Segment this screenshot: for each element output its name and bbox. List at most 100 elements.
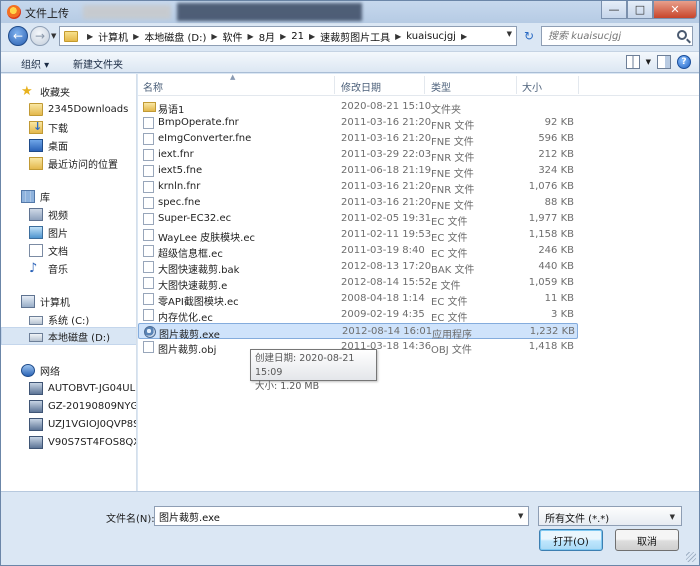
refresh-button[interactable]: ↻ <box>519 27 539 45</box>
file-row[interactable]: iext5.fne 2011-06-18 21:19 FNE 文件 324 KB <box>138 163 578 180</box>
chevron-right-icon[interactable]: ▶ <box>461 32 467 41</box>
sidebar-item-drive-c[interactable]: 系统 (C:) <box>1 310 136 328</box>
column-divider[interactable] <box>424 76 425 94</box>
arrow-right-icon: → <box>34 29 46 43</box>
file-row[interactable]: WayLee 皮肤模块.ec 2011-02-11 19:53 EC 文件 1,158… <box>138 227 578 244</box>
nav-favorites[interactable]: ★ 收藏夹 <box>1 82 136 100</box>
new-folder-button[interactable]: 新建文件夹 <box>73 56 123 71</box>
breadcrumb-item[interactable]: 本地磁盘 (D:) <box>144 29 206 44</box>
sidebar-item-music[interactable]: ♪ 音乐 <box>1 259 136 277</box>
title-bar[interactable]: 文件上传 — □ ✕ <box>1 1 699 23</box>
breadcrumb-item[interactable]: kuaisucjgj <box>406 31 456 42</box>
file-type: E 文件 <box>431 281 461 292</box>
resize-grip[interactable] <box>686 552 696 562</box>
star-icon: ★ <box>21 83 33 99</box>
column-header-size[interactable]: 大小 <box>522 79 542 94</box>
back-button[interactable]: ← <box>8 26 28 46</box>
sidebar-item-network-pc[interactable]: AUTOBVT-JG04UL <box>1 379 136 397</box>
browser-app-icon <box>7 5 21 19</box>
file-row[interactable]: BmpOperate.fnr 2011-03-16 21:20 FNR 文件 92 K… <box>138 115 578 132</box>
file-row[interactable]: 易语1 2020-08-21 15:10 文件夹 <box>138 99 578 116</box>
window-controls: — □ ✕ <box>601 1 697 19</box>
file-list[interactable]: 名称 ▲ 修改日期 类型 大小 易语1 2020-08-21 15:10 文件夹 Bm… <box>138 73 699 491</box>
sidebar-item-network-pc[interactable]: UZJ1VGIOJ0QVP8S <box>1 415 136 433</box>
organize-menu-button[interactable]: 组织 ▾ <box>21 56 49 71</box>
sidebar-item-downloads[interactable]: 下载 <box>1 118 136 136</box>
help-icon[interactable]: ? <box>677 55 691 69</box>
search-input[interactable] <box>542 27 672 45</box>
filename-input[interactable] <box>154 506 529 526</box>
chevron-right-icon[interactable]: ▶ <box>309 32 315 41</box>
breadcrumb-item[interactable]: 8月 <box>259 29 275 44</box>
file-row[interactable]: spec.fne 2011-03-16 21:20 FNE 文件 88 KB <box>138 195 578 212</box>
sidebar-item-network-pc[interactable]: V90S7ST4FOS8QX <box>1 433 136 451</box>
address-bar[interactable]: ▶ 计算机 ▶ 本地磁盘 (D:) ▶ 软件 ▶ 8月 ▶ 21 ▶ 速裁剪图片工具 ▶ k… <box>59 26 517 46</box>
nav-libraries[interactable]: 库 <box>1 187 136 205</box>
sidebar-item-drive-d[interactable]: 本地磁盘 (D:) <box>1 327 136 345</box>
blurred-tab <box>83 5 171 19</box>
column-header-type[interactable]: 类型 <box>431 79 451 94</box>
file-row[interactable]: iext.fnr 2011-03-29 22:03 FNR 文件 212 KB <box>138 147 578 164</box>
search-box[interactable] <box>541 26 693 46</box>
chevron-down-icon[interactable]: ▼ <box>646 58 651 66</box>
maximize-button[interactable]: □ <box>627 1 653 19</box>
chevron-right-icon[interactable]: ▶ <box>395 32 401 41</box>
forward-button[interactable]: → <box>30 26 50 46</box>
sidebar-item-documents[interactable]: 文档 <box>1 241 136 259</box>
file-row[interactable]: Super-EC32.ec 2011-02-05 19:31 EC 文件 1,977 … <box>138 211 578 228</box>
column-header-date[interactable]: 修改日期 <box>341 79 381 94</box>
sidebar-item-label: GZ-20190809NYGZ <box>48 400 137 412</box>
sidebar-item-2345downloads[interactable]: 2345Downloads <box>1 100 136 118</box>
file-size: 440 KB <box>538 261 574 272</box>
filename-history-dropdown[interactable]: ▼ <box>518 512 523 520</box>
nav-network[interactable]: 网络 <box>1 361 136 379</box>
file-row-selected[interactable]: 图片裁剪.exe 2012-08-14 16:01 应用程序 1,232 KB <box>138 323 578 341</box>
chevron-right-icon[interactable]: ▶ <box>211 32 217 41</box>
sidebar-item-recent-places[interactable]: 最近访问的位置 <box>1 154 136 172</box>
file-row[interactable]: 大图快速裁剪.bak 2012-08-13 17:20 BAK 文件 440 KB <box>138 259 578 276</box>
file-row[interactable]: 大图快速裁剪.e 2012-08-14 15:52 E 文件 1,059 KB <box>138 275 578 292</box>
breadcrumb-item[interactable]: 计算机 <box>98 29 128 44</box>
chevron-right-icon[interactable]: ▶ <box>133 32 139 41</box>
breadcrumb-item[interactable]: 21 <box>291 31 304 42</box>
column-divider[interactable] <box>516 76 517 94</box>
column-header-name[interactable]: 名称 <box>143 79 163 94</box>
breadcrumb-item[interactable]: 软件 <box>223 29 243 44</box>
close-button[interactable]: ✕ <box>653 1 697 19</box>
recent-places-icon <box>29 156 43 170</box>
preview-pane-icon[interactable] <box>657 55 671 69</box>
window-title: 文件上传 <box>25 7 69 20</box>
file-row[interactable]: 内存优化.ec 2009-02-19 4:35 EC 文件 3 KB <box>138 307 578 324</box>
chevron-right-icon[interactable]: ▶ <box>248 32 254 41</box>
nav-computer[interactable]: 计算机 <box>1 292 136 310</box>
search-icon[interactable] <box>677 30 687 40</box>
open-button[interactable]: 打开(O) <box>539 529 603 551</box>
file-icon <box>143 293 154 305</box>
chevron-right-icon[interactable]: ▶ <box>280 32 286 41</box>
sidebar-item-network-pc[interactable]: GZ-20190809NYGZ <box>1 397 137 415</box>
change-view-icon[interactable] <box>625 55 640 69</box>
column-divider[interactable] <box>334 76 335 94</box>
address-history-dropdown[interactable]: ▼ <box>507 30 512 38</box>
music-note-icon: ♪ <box>29 260 38 276</box>
file-row[interactable]: 零API截图模块.ec 2008-04-18 1:14 EC 文件 11 KB <box>138 291 578 308</box>
navigation-pane[interactable]: ★ 收藏夹 2345Downloads 下载 桌面 最近访问的位置 库 视频 <box>1 74 137 491</box>
sidebar-item-desktop[interactable]: 桌面 <box>1 136 136 154</box>
sidebar-item-pictures[interactable]: 图片 <box>1 223 136 241</box>
file-icon <box>143 133 154 145</box>
sidebar-item-label: 文档 <box>48 246 68 258</box>
chevron-right-icon[interactable]: ▶ <box>87 32 93 41</box>
cancel-button[interactable]: 取消 <box>615 529 679 551</box>
filetype-select[interactable]: 所有文件 (*.*) ▼ <box>538 506 682 526</box>
minimize-button[interactable]: — <box>601 1 627 19</box>
recent-locations-dropdown[interactable]: ▼ <box>51 32 56 40</box>
file-icon <box>143 309 154 321</box>
breadcrumb-item[interactable]: 速裁剪图片工具 <box>320 29 390 44</box>
file-row[interactable]: krnln.fnr 2011-03-16 21:20 FNR 文件 1,076 KB <box>138 179 578 196</box>
sidebar-item-videos[interactable]: 视频 <box>1 205 136 223</box>
file-type: EC 文件 <box>431 233 468 244</box>
file-row[interactable]: 超级信息框.ec 2011-03-19 8:40 EC 文件 246 KB <box>138 243 578 260</box>
file-row[interactable]: eImgConverter.fne 2011-03-16 21:20 FNE 文件 5… <box>138 131 578 148</box>
column-divider[interactable] <box>578 76 579 94</box>
file-icon <box>143 181 154 193</box>
